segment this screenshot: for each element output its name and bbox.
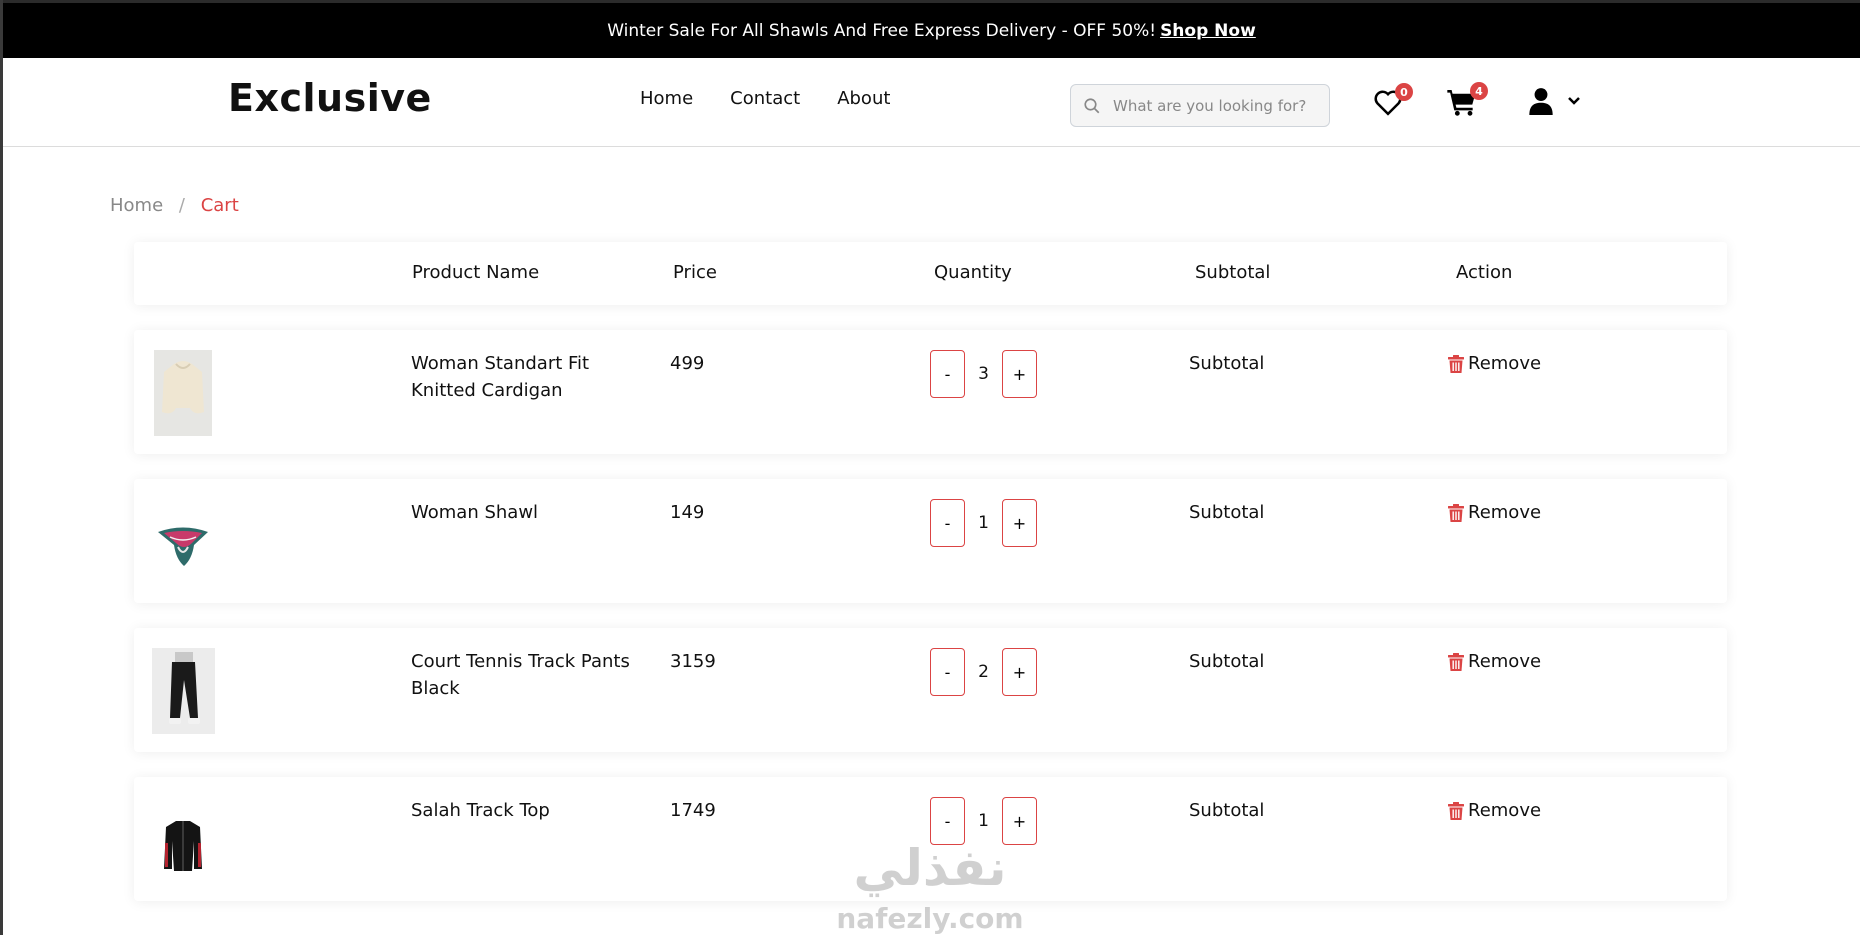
product-price: 1749: [670, 800, 716, 821]
logo[interactable]: Exclusive: [228, 76, 432, 120]
quantity-value: 3: [978, 364, 989, 384]
product-price: 3159: [670, 651, 716, 672]
remove-label: Remove: [1468, 502, 1542, 523]
track-top-image: [164, 821, 202, 871]
breadcrumb-home[interactable]: Home: [110, 195, 163, 216]
product-name: Woman Standart Fit Knitted Cardigan: [411, 353, 590, 401]
trash-icon: [1448, 801, 1464, 820]
trash-icon: [1448, 652, 1464, 671]
table-row: Woman Shawl 149 - 1 + Subtotal Remove: [134, 479, 1727, 603]
search-box: [1070, 84, 1330, 127]
decrease-quantity-button[interactable]: -: [930, 797, 965, 845]
product-image[interactable]: [152, 648, 215, 734]
quantity-stepper: - 2 +: [930, 648, 1037, 696]
quantity-value: 2: [978, 662, 989, 682]
nav-contact[interactable]: Contact: [730, 88, 800, 109]
remove-button[interactable]: Remove: [1448, 648, 1541, 675]
cardigan-image: [162, 361, 204, 414]
header-product-name: Product Name: [412, 262, 540, 283]
product-price: 149: [670, 502, 705, 523]
announcement-bar: Winter Sale For All Shawls And Free Expr…: [3, 0, 1860, 58]
remove-label: Remove: [1468, 800, 1542, 821]
product-name: Woman Shawl: [411, 502, 539, 523]
breadcrumb-separator: /: [178, 195, 185, 216]
account-menu[interactable]: [1529, 87, 1581, 115]
track-pants-image: [169, 652, 200, 724]
remove-button[interactable]: Remove: [1448, 350, 1541, 377]
decrease-quantity-button[interactable]: -: [930, 648, 965, 696]
breadcrumb: Home / Cart: [110, 195, 239, 216]
product-subtotal: Subtotal: [1189, 502, 1265, 523]
cart-button[interactable]: 4: [1446, 82, 1488, 121]
header-quantity: Quantity: [934, 262, 1012, 283]
cart-badge: 4: [1470, 82, 1488, 100]
product-subtotal: Subtotal: [1189, 353, 1265, 374]
header-subtotal: Subtotal: [1195, 262, 1271, 283]
product-name: Salah Track Top: [411, 800, 550, 821]
product-price: 499: [670, 353, 705, 374]
remove-button[interactable]: Remove: [1448, 499, 1541, 526]
product-image[interactable]: [154, 797, 212, 883]
site-header: Exclusive Home Contact About 0 4: [3, 58, 1860, 147]
quantity-value: 1: [978, 811, 989, 831]
shawl-image: [158, 527, 208, 566]
remove-label: Remove: [1468, 651, 1542, 672]
trash-icon: [1448, 503, 1464, 522]
product-subtotal: Subtotal: [1189, 800, 1265, 821]
trash-icon: [1448, 354, 1464, 373]
nav-about[interactable]: About: [837, 88, 890, 109]
announcement-text: Winter Sale For All Shawls And Free Expr…: [607, 20, 1157, 41]
decrease-quantity-button[interactable]: -: [930, 350, 965, 398]
remove-button[interactable]: Remove: [1448, 797, 1541, 824]
table-row: Salah Track Top 1749 - 1 + Subtotal Remo…: [134, 777, 1727, 901]
product-name: Court Tennis Track Pants Black: [411, 651, 630, 699]
quantity-stepper: - 1 +: [930, 499, 1037, 547]
header-price: Price: [673, 262, 717, 283]
quantity-stepper: - 3 +: [930, 350, 1037, 398]
increase-quantity-button[interactable]: +: [1002, 797, 1037, 845]
quantity-stepper: - 1 +: [930, 797, 1037, 845]
header-action: Action: [1456, 262, 1513, 283]
user-icon: [1529, 88, 1553, 115]
table-row: Woman Standart Fit Knitted Cardigan 499 …: [134, 330, 1727, 454]
cart-table-header: Product Name Price Quantity Subtotal Act…: [134, 242, 1727, 305]
watermark-latin: nafezly.com: [836, 902, 1023, 935]
breadcrumb-current: Cart: [200, 195, 239, 216]
wishlist-button[interactable]: 0: [1373, 83, 1413, 120]
search-input[interactable]: [1113, 96, 1313, 115]
increase-quantity-button[interactable]: +: [1002, 350, 1037, 398]
increase-quantity-button[interactable]: +: [1002, 648, 1037, 696]
increase-quantity-button[interactable]: +: [1002, 499, 1037, 547]
wishlist-badge: 0: [1395, 83, 1413, 101]
product-image[interactable]: [154, 499, 212, 585]
nav-home[interactable]: Home: [640, 88, 693, 109]
remove-label: Remove: [1468, 353, 1542, 374]
table-row: Court Tennis Track Pants Black 3159 - 2 …: [134, 628, 1727, 752]
product-image[interactable]: [154, 350, 212, 436]
product-subtotal: Subtotal: [1189, 651, 1265, 672]
chevron-down-icon: [1568, 97, 1580, 105]
shop-now-link[interactable]: Shop Now: [1160, 21, 1256, 41]
decrease-quantity-button[interactable]: -: [930, 499, 965, 547]
quantity-value: 1: [978, 513, 989, 533]
main-nav: Home Contact About: [640, 88, 927, 109]
search-icon: [1084, 97, 1100, 113]
